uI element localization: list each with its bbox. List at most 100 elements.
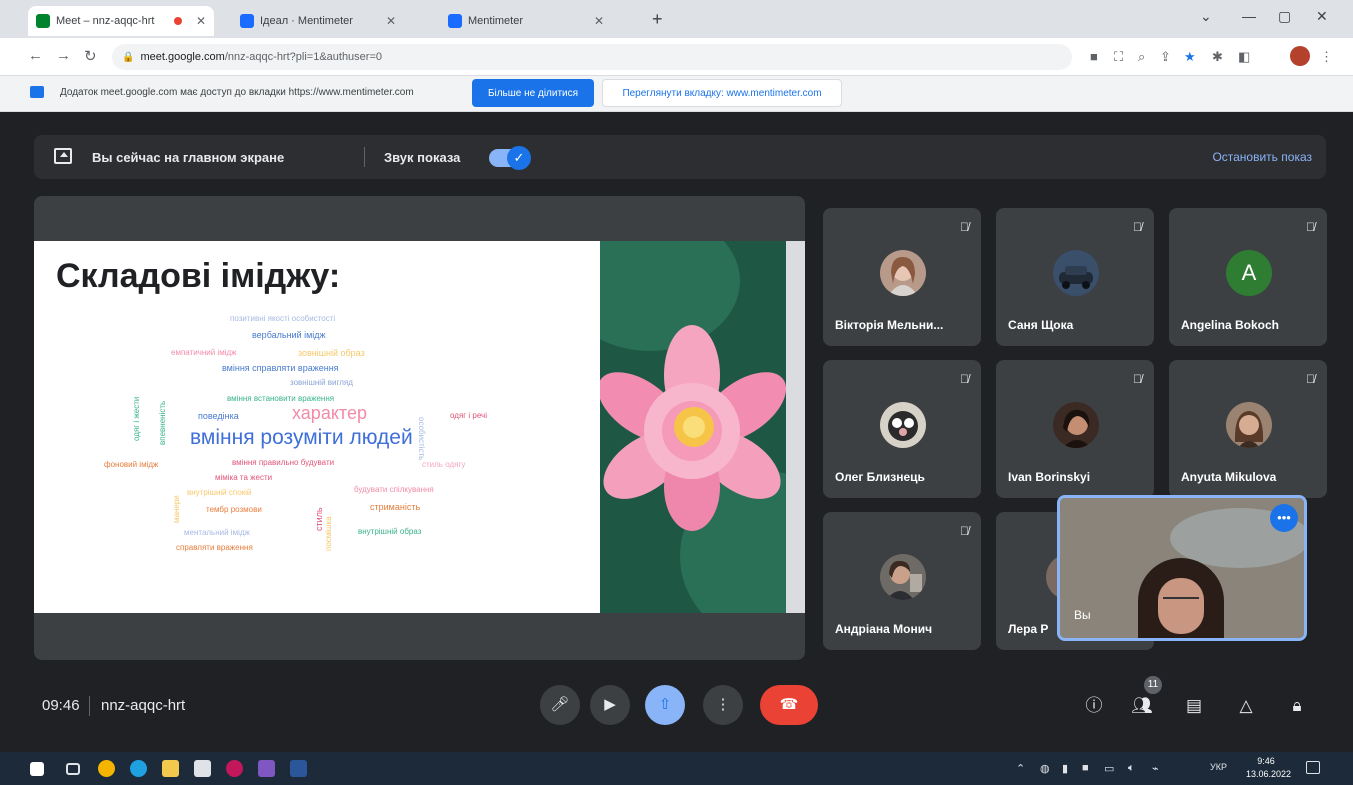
lotus-flower-icon [600, 325, 786, 531]
close-window-icon[interactable]: ✕ [1316, 8, 1328, 25]
forward-icon[interactable]: → [56, 47, 71, 64]
microphone-icon: 🎤︎ [550, 696, 570, 713]
host-controls-button[interactable]: 🔒︎ [1284, 693, 1310, 719]
battery-icon[interactable]: ▭ [1104, 762, 1114, 775]
more-options-button[interactable]: ••• [1270, 504, 1298, 532]
menu-dots-icon[interactable]: ⋮ [1320, 49, 1333, 65]
microphone-button[interactable]: 🎤︎ [540, 685, 580, 725]
task-view-icon[interactable] [66, 763, 80, 775]
face-shape [1158, 578, 1204, 634]
word-cloud-item: стриманість [370, 502, 421, 512]
close-icon[interactable]: ✕ [594, 14, 604, 28]
tab-sharing-bar: Додаток meet.google.com має доступ до вк… [0, 76, 1353, 112]
new-tab-button[interactable]: + [652, 9, 663, 30]
stop-presenting-button[interactable]: Остановить показ [1212, 150, 1312, 164]
leave-call-button[interactable]: ☎ [760, 685, 818, 725]
tray-chevron-icon[interactable]: ⌃ [1016, 762, 1025, 775]
mic-off-icon: 🎙̸ [1133, 220, 1142, 234]
tab-title: Mentimeter [468, 15, 524, 27]
avatar [880, 554, 926, 600]
participant-tile[interactable]: 🎙̸ Ivan Borinskyi [996, 360, 1154, 498]
self-view-tile[interactable]: Вы ••• [1057, 495, 1307, 641]
reload-icon[interactable]: ↻ [84, 47, 97, 65]
word-icon[interactable] [290, 760, 307, 777]
meet-favicon-icon [36, 14, 50, 28]
address-bar[interactable]: 🔒 meet.google.com /nnz-aqqc-hrt?pli=1&au… [112, 44, 1072, 70]
app-icon[interactable] [258, 760, 275, 777]
camera-button[interactable]: ▶ [590, 685, 630, 725]
participant-tile[interactable]: 🎙̸ Anyuta Mikulova [1169, 360, 1327, 498]
meeting-details-button[interactable]: ⓘ [1081, 693, 1107, 719]
windows-start-icon[interactable] [30, 762, 44, 776]
chat-button[interactable]: ▤ [1181, 693, 1207, 719]
word-cloud-item: будувати спілкування [354, 485, 434, 494]
share-icon[interactable]: ⇪ [1160, 49, 1171, 65]
word-cloud-item: одяг і речі [450, 411, 487, 420]
word-cloud-item: вміння встановити враження [227, 394, 335, 403]
word-cloud-item: посмішка [324, 516, 333, 551]
extensions-icon[interactable]: ✱ [1212, 49, 1223, 65]
share-audio-toggle[interactable]: ✓ [489, 146, 531, 170]
people-button[interactable]: 👥︎ [1129, 693, 1155, 719]
zoom-icon[interactable]: ⌕ [1138, 49, 1145, 65]
word-cloud-item: характер [292, 403, 367, 423]
tray-camera-icon[interactable]: ■ [1082, 762, 1089, 774]
word-cloud-item: внутрішній спокій [187, 488, 252, 497]
word-cloud-item: справляти враження [176, 543, 253, 552]
tab-mentimeter[interactable]: Mentimeter ✕ [440, 6, 612, 36]
word-cloud-item: позитивні якості особистості [230, 314, 336, 323]
participant-name: Ivan Borinskyi [1008, 470, 1091, 484]
volume-icon[interactable]: 🔈︎ [1128, 762, 1135, 775]
participant-tile[interactable]: 🎙̸ Вікторія Мельни... [823, 208, 981, 346]
file-explorer-icon[interactable] [162, 760, 179, 777]
close-icon[interactable]: ✕ [196, 14, 206, 28]
mic-off-icon: 🎙̸ [1306, 220, 1315, 234]
side-panel-icon[interactable]: ◧ [1238, 49, 1250, 65]
notifications-icon[interactable] [1306, 761, 1320, 774]
profile-avatar[interactable] [1290, 46, 1310, 66]
back-icon[interactable]: ← [28, 47, 43, 64]
more-options-button[interactable]: ⋮ [703, 685, 743, 725]
tab-mentimeter-ideal[interactable]: Ідеал · Mentimeter ✕ [232, 6, 404, 36]
maximize-icon[interactable]: ▢ [1278, 8, 1291, 25]
tray-mic-icon[interactable]: ▮ [1062, 762, 1068, 775]
browser-tab-strip: Meet – nnz-aqqc-hrt ✕ Ідеал · Mentimeter… [0, 0, 1353, 38]
stop-sharing-button[interactable]: Більше не ділитися [472, 79, 594, 107]
scrollbar[interactable] [786, 241, 805, 613]
close-icon[interactable]: ✕ [386, 14, 396, 28]
windows-taskbar: ⌃ ◍ ▮ ■ ▭ 🔈︎ ⌁ УКР 9:46 13.06.2022 [0, 752, 1353, 785]
lock-icon: 🔒 [122, 51, 135, 63]
tab-search-icon[interactable]: ⌄ [1200, 8, 1212, 25]
share-audio-label: Звук показа [384, 150, 461, 165]
chrome-icon[interactable] [98, 760, 115, 777]
camera-icon: ▶ [604, 696, 616, 713]
more-vert-icon: ⋮ [715, 696, 731, 713]
network-icon[interactable]: ⌁ [1152, 762, 1159, 775]
edge-icon[interactable] [130, 760, 147, 777]
participant-tile[interactable]: 🎙̸ Олег Близнець [823, 360, 981, 498]
people-count-badge: 11 [1144, 676, 1162, 694]
language-indicator[interactable]: УКР [1210, 762, 1227, 772]
view-tab-button[interactable]: Переглянути вкладку: www.mentimeter.com [602, 79, 842, 107]
address-path: /nnz-aqqc-hrt?pli=1&authuser=0 [224, 51, 383, 63]
taskbar-clock[interactable]: 9:46 13.06.2022 [1246, 755, 1291, 781]
tab-meet[interactable]: Meet – nnz-aqqc-hrt ✕ [28, 6, 215, 36]
tray-app-icon[interactable]: ◍ [1040, 762, 1050, 775]
word-cloud-item: вербальний імідж [252, 330, 326, 340]
participant-tile[interactable]: 🎙̸ Андріана Монич [823, 512, 981, 650]
present-button[interactable]: ⇧ [645, 685, 685, 725]
divider [364, 147, 365, 167]
participant-tile[interactable]: 🎙̸ A Angelina Bokoch [1169, 208, 1327, 346]
minimize-icon[interactable]: — [1242, 8, 1256, 24]
word-cloud-item: поведінка [198, 411, 239, 421]
tab-title: Ідеал · Mentimeter [260, 15, 353, 27]
translate-icon[interactable]: ⛶ [1114, 49, 1123, 65]
word-cloud-item: фоновий імідж [104, 460, 159, 469]
participant-tile[interactable]: 🎙̸ Саня Щока [996, 208, 1154, 346]
activities-button[interactable]: △ [1233, 693, 1259, 719]
viber-icon[interactable] [226, 760, 243, 777]
avatar [1053, 402, 1099, 448]
store-icon[interactable] [194, 760, 211, 777]
camera-icon[interactable]: ■ [1090, 49, 1098, 64]
bookmark-star-icon[interactable]: ★ [1184, 49, 1196, 65]
